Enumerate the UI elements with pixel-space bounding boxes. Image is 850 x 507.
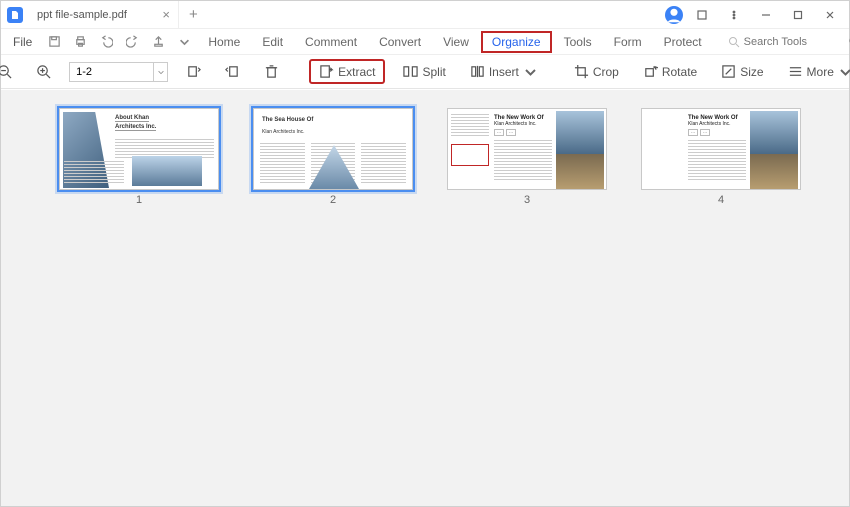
thumb-highlight-box <box>451 144 489 166</box>
crop-icon <box>574 64 589 79</box>
thumb-mid-column: The New Work Of Klan Architects Inc. ···… <box>494 115 552 180</box>
main-menu: Home Edit Comment Convert View Organize … <box>198 31 711 53</box>
crop-label: Crop <box>593 65 619 79</box>
thumb-subtitle: Klan Architects Inc. <box>262 129 305 135</box>
thumb-mid-column: The New Work Of Klan Architects Inc. ···… <box>688 115 746 180</box>
page-number: 3 <box>524 194 530 206</box>
thumb-image <box>750 111 798 189</box>
menubar: File Home Edit Comment Convert View Orga… <box>1 29 849 55</box>
extract-icon <box>319 64 334 79</box>
page-number: 4 <box>718 194 724 206</box>
page-thumbnail-1[interactable]: About Khan Architects Inc. <box>59 108 219 190</box>
page-thumb-wrap: About Khan Architects Inc. 1 <box>59 108 219 206</box>
rotate-label: Rotate <box>662 65 697 79</box>
redo-icon[interactable] <box>122 32 142 52</box>
insert-button[interactable]: Insert <box>464 61 544 82</box>
page-number: 1 <box>136 194 142 206</box>
document-tab[interactable]: ppt file-sample.pdf × <box>29 1 179 28</box>
size-button[interactable]: Size <box>715 61 769 82</box>
chevron-down-icon <box>523 64 538 79</box>
file-menu[interactable]: File <box>7 35 38 49</box>
delete-page-button[interactable] <box>258 61 285 82</box>
menu-home[interactable]: Home <box>198 32 250 52</box>
cloud-icon[interactable] <box>846 32 850 52</box>
save-icon[interactable] <box>44 32 64 52</box>
thumb-subtitle: Klan Architects Inc. <box>494 121 537 127</box>
rotate-right-button[interactable] <box>219 61 246 82</box>
search-icon <box>728 36 740 48</box>
insert-label: Insert <box>489 65 519 79</box>
menu-tools[interactable]: Tools <box>554 32 602 52</box>
more-label: More <box>807 65 834 79</box>
quick-dropdown-icon[interactable] <box>174 32 194 52</box>
page-range-dropdown[interactable] <box>154 62 168 82</box>
thumb-title-block: About Khan Architects Inc. <box>115 115 214 133</box>
menu-form[interactable]: Form <box>604 32 652 52</box>
menu-organize[interactable]: Organize <box>481 31 552 53</box>
zoom-in-button[interactable] <box>30 61 57 82</box>
extract-label: Extract <box>338 65 375 79</box>
split-label: Split <box>422 65 445 79</box>
page-thumb-wrap: The New Work Of Klan Architects Inc. ···… <box>641 108 801 206</box>
organize-toolbar: Extract Split Insert Crop Rotate Size Mo… <box>1 55 849 89</box>
undo-icon[interactable] <box>96 32 116 52</box>
thumb-title: The Sea House Of <box>262 117 313 123</box>
rotate-button[interactable]: Rotate <box>637 61 703 82</box>
page-thumb-wrap: The Sea House Of Klan Architects Inc. 2 <box>253 108 413 206</box>
page-thumb-wrap: The New Work Of Klan Architects Inc. ···… <box>447 108 607 206</box>
page-thumbnail-3[interactable]: The New Work Of Klan Architects Inc. ···… <box>447 108 607 190</box>
print-icon[interactable] <box>70 32 90 52</box>
extract-button[interactable]: Extract <box>309 59 385 84</box>
page-number: 2 <box>330 194 336 206</box>
thumb-subtitle: Architects Inc. <box>115 124 156 131</box>
menu-view[interactable]: View <box>433 32 479 52</box>
split-button[interactable]: Split <box>397 61 451 82</box>
thumb-text-lines <box>64 161 124 183</box>
size-label: Size <box>740 65 763 79</box>
menu-comment[interactable]: Comment <box>295 32 367 52</box>
page-thumbnail-4[interactable]: The New Work Of Klan Architects Inc. ···… <box>641 108 801 190</box>
page-range-input[interactable] <box>69 62 154 82</box>
thumb-subtitle: Klan Architects Inc. <box>688 121 731 127</box>
rotate-icon <box>643 64 658 79</box>
user-avatar[interactable] <box>665 6 683 24</box>
page-canvas: About Khan Architects Inc. 1 The Sea Hou… <box>1 90 849 506</box>
titlebar: ppt file-sample.pdf × + <box>1 1 849 29</box>
thumb-title: About Khan <box>115 115 149 122</box>
search-tools[interactable] <box>728 36 834 48</box>
thumb-image <box>556 111 604 189</box>
menu-edit[interactable]: Edit <box>252 32 293 52</box>
share-icon[interactable] <box>148 32 168 52</box>
thumb-left-column <box>645 114 683 184</box>
thumb-title-block: The Sea House Of Klan Architects Inc. <box>262 117 313 135</box>
more-button[interactable]: More <box>782 61 850 82</box>
close-window-button[interactable] <box>817 2 843 28</box>
quick-access <box>44 32 194 52</box>
close-tab-icon[interactable]: × <box>162 7 170 22</box>
maximize-button[interactable] <box>785 2 811 28</box>
crop-button[interactable]: Crop <box>568 61 625 82</box>
thumb-image <box>132 156 202 186</box>
app-menu-icon[interactable] <box>689 2 715 28</box>
minimize-button[interactable] <box>753 2 779 28</box>
rotate-left-button[interactable] <box>180 61 207 82</box>
split-icon <box>403 64 418 79</box>
menu-convert[interactable]: Convert <box>369 32 431 52</box>
search-input[interactable] <box>744 36 834 48</box>
thumbnail-row: About Khan Architects Inc. 1 The Sea Hou… <box>15 108 835 206</box>
menu-protect[interactable]: Protect <box>654 32 712 52</box>
page-thumbnail-2[interactable]: The Sea House Of Klan Architects Inc. <box>253 108 413 190</box>
kebab-menu-icon[interactable] <box>721 2 747 28</box>
tab-title: ppt file-sample.pdf <box>37 9 127 21</box>
insert-icon <box>470 64 485 79</box>
more-icon <box>788 64 803 79</box>
size-icon <box>721 64 736 79</box>
thumb-left-column <box>451 114 489 184</box>
zoom-out-button[interactable] <box>0 61 18 82</box>
chevron-down-icon <box>838 64 850 79</box>
app-logo <box>7 7 23 23</box>
new-tab-button[interactable]: + <box>179 6 208 23</box>
